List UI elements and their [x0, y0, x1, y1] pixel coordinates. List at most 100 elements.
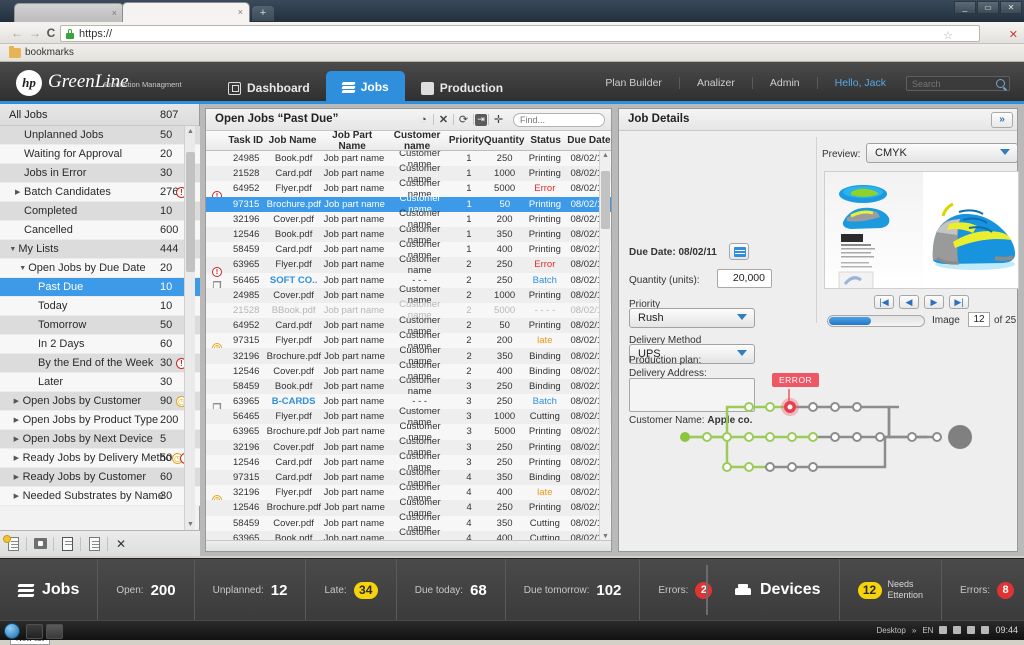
expand-arrow-icon[interactable]: ▶: [14, 492, 19, 500]
expand-arrow-icon[interactable]: ▶: [14, 397, 19, 405]
refresh-icon[interactable]: ⟳: [455, 111, 472, 128]
sidebar-item-my-lists[interactable]: ▼ My Lists 444: [0, 240, 200, 259]
scroll-up-icon[interactable]: ▲: [602, 152, 609, 159]
browser-tab-inactive[interactable]: ×: [14, 3, 124, 22]
sidebar-item-unplanned-jobs[interactable]: Unplanned Jobs 50: [0, 126, 200, 145]
sidebar-item-all-jobs[interactable]: All Jobs 807: [0, 104, 199, 126]
sidebar-item-by-the-end-of-the-week[interactable]: By the End of the Week 30!: [0, 354, 200, 373]
tab-close-icon[interactable]: ×: [238, 7, 243, 17]
scroll-thumb[interactable]: [186, 152, 195, 272]
tab-jobs[interactable]: Jobs: [325, 71, 405, 103]
sidebar-item-waiting-for-approval[interactable]: Waiting for Approval 20: [0, 145, 200, 164]
header-due-date[interactable]: Due Date: [567, 135, 611, 146]
sidebar-item-batch-candidates[interactable]: ▶ Batch Candidates 276!: [0, 183, 200, 202]
new-tab-button[interactable]: +: [252, 6, 274, 21]
tab-production[interactable]: Production: [405, 73, 519, 103]
sidebar-item-tomorrow[interactable]: Tomorrow 50: [0, 316, 200, 335]
taskbar-app-2[interactable]: [46, 624, 63, 639]
first-image-button[interactable]: |◀: [874, 295, 894, 309]
maximize-button[interactable]: ▭: [977, 1, 999, 14]
quantity-input[interactable]: 20,000: [717, 269, 772, 288]
header-customer-name[interactable]: Customer name: [385, 130, 449, 152]
minimize-button[interactable]: _: [954, 1, 976, 14]
tray-chevron-icon[interactable]: »: [912, 626, 916, 635]
sidebar-item-open-jobs-by-next-device[interactable]: ▶ Open Jobs by Next Device 5: [0, 430, 200, 449]
expand-arrow-icon[interactable]: ▶: [14, 416, 19, 424]
sidebar-item-open-jobs-by-customer[interactable]: ▶ Open Jobs by Customer 90 ◷: [0, 392, 200, 411]
sidebar-item-ready-jobs-by-delivery-method[interactable]: ▶Ready Jobs by Delivery Method50◷!: [0, 449, 200, 468]
last-image-button[interactable]: ▶|: [949, 295, 969, 309]
copy-list-icon[interactable]: [81, 531, 107, 557]
search-box[interactable]: [906, 76, 1010, 91]
tab-close-icon[interactable]: ×: [112, 8, 117, 18]
status-due-today[interactable]: Due today: 68: [397, 559, 506, 621]
status-open[interactable]: Open: 200: [98, 559, 195, 621]
sidebar-item-today[interactable]: Today 10: [0, 297, 200, 316]
status-due-tomorrow[interactable]: Due tomorrow: 102: [506, 559, 641, 621]
expand-arrow-icon[interactable]: ▶: [14, 454, 19, 462]
table-row[interactable]: 58459 Book.pdf Job part name Customer name 3…: [206, 375, 611, 397]
sidebar-item-jobs-in-error[interactable]: Jobs in Error 30: [0, 164, 200, 183]
expand-arrow-icon[interactable]: ▼: [19, 265, 26, 272]
taskbar-app-1[interactable]: [26, 624, 43, 639]
browser-tab-active[interactable]: ×: [122, 2, 250, 22]
nav-admin[interactable]: Admin: [753, 76, 818, 89]
target-icon[interactable]: ✛: [490, 111, 507, 128]
browser-menu-icon[interactable]: ✕: [1009, 28, 1018, 41]
status-late[interactable]: Late: 34: [306, 559, 397, 621]
status-devices-title[interactable]: Devices: [716, 559, 840, 621]
table-row[interactable]: ! 63965 Flyer.pdf Job part name Customer nam…: [206, 254, 611, 277]
forward-icon[interactable]: →: [28, 27, 42, 41]
bookmark-star-icon[interactable]: ☆: [943, 29, 953, 42]
archive-list-icon[interactable]: [27, 531, 53, 557]
status-device-errors[interactable]: Errors: 8: [942, 559, 1024, 621]
expand-arrow-icon[interactable]: ▶: [14, 473, 19, 481]
header-quantity[interactable]: Quantity: [484, 135, 525, 146]
header-status[interactable]: Status: [524, 135, 566, 146]
scroll-down-icon[interactable]: ▼: [187, 521, 194, 528]
next-image-button[interactable]: ▶: [924, 295, 944, 309]
edit-list-icon[interactable]: [54, 531, 80, 557]
priority-select[interactable]: Rush: [629, 308, 755, 328]
sidebar-item-ready-jobs-by-customer[interactable]: ▶ Ready Jobs by Customer 60: [0, 468, 200, 487]
expand-arrow-icon[interactable]: ▶: [14, 435, 19, 443]
status-jobs-title[interactable]: Jobs: [0, 559, 99, 621]
error-badge[interactable]: ERROR: [772, 373, 820, 387]
nav-plan-builder[interactable]: Plan Builder: [588, 76, 680, 89]
new-list-icon[interactable]: [0, 531, 26, 557]
tab-dashboard[interactable]: Dashboard: [212, 73, 326, 103]
export-icon[interactable]: ⇥: [475, 113, 487, 126]
production-plan-diagram[interactable]: ERROR: [627, 367, 1009, 477]
tray-icon-3[interactable]: [967, 626, 976, 634]
bookmarks-label[interactable]: bookmarks: [25, 47, 74, 58]
header-task-id[interactable]: Task ID: [225, 135, 266, 146]
status-needs-attention[interactable]: 12 Needs Ettention: [840, 559, 943, 621]
tray-icon-1[interactable]: [939, 626, 948, 634]
sidebar-item-open-jobs-by-product-type[interactable]: ▶ Open Jobs by Product Type 200: [0, 411, 200, 430]
reload-icon[interactable]: C: [44, 27, 58, 41]
close-window-button[interactable]: ✕: [1000, 1, 1022, 14]
status-unplanned[interactable]: Unplanned: 12: [195, 559, 307, 621]
scroll-up-icon[interactable]: ▲: [187, 128, 194, 135]
nav-analizer[interactable]: Analizer: [680, 76, 753, 89]
header-job-name[interactable]: Job Name: [266, 135, 319, 146]
preview-image[interactable]: [824, 171, 1019, 289]
preview-progress-slider[interactable]: [827, 315, 925, 327]
sidebar-item-open-jobs-by-due-date[interactable]: ▼ Open Jobs by Due Date 20: [0, 259, 200, 278]
expand-arrow-icon[interactable]: ▶: [15, 188, 20, 196]
expand-arrow-icon[interactable]: ▼: [9, 246, 16, 253]
sidebar-item-later[interactable]: Later 30: [0, 373, 200, 392]
tray-icon-2[interactable]: [953, 626, 962, 634]
desktop-label[interactable]: Desktop: [877, 626, 906, 635]
header-job-part-name[interactable]: Job Part Name: [319, 130, 385, 152]
history-icon[interactable]: ◔: [415, 111, 432, 128]
sidebar-item-cancelled[interactable]: Cancelled 600: [0, 221, 200, 240]
find-box[interactable]: [513, 112, 605, 127]
address-bar[interactable]: https:// ☆: [60, 25, 980, 42]
search-icon[interactable]: [996, 79, 1005, 88]
tray-icon-4[interactable]: [981, 626, 990, 634]
search-input[interactable]: [907, 77, 991, 90]
scroll-thumb[interactable]: [601, 171, 610, 229]
sidebar-item-completed[interactable]: Completed 10: [0, 202, 200, 221]
find-input[interactable]: [514, 113, 600, 126]
